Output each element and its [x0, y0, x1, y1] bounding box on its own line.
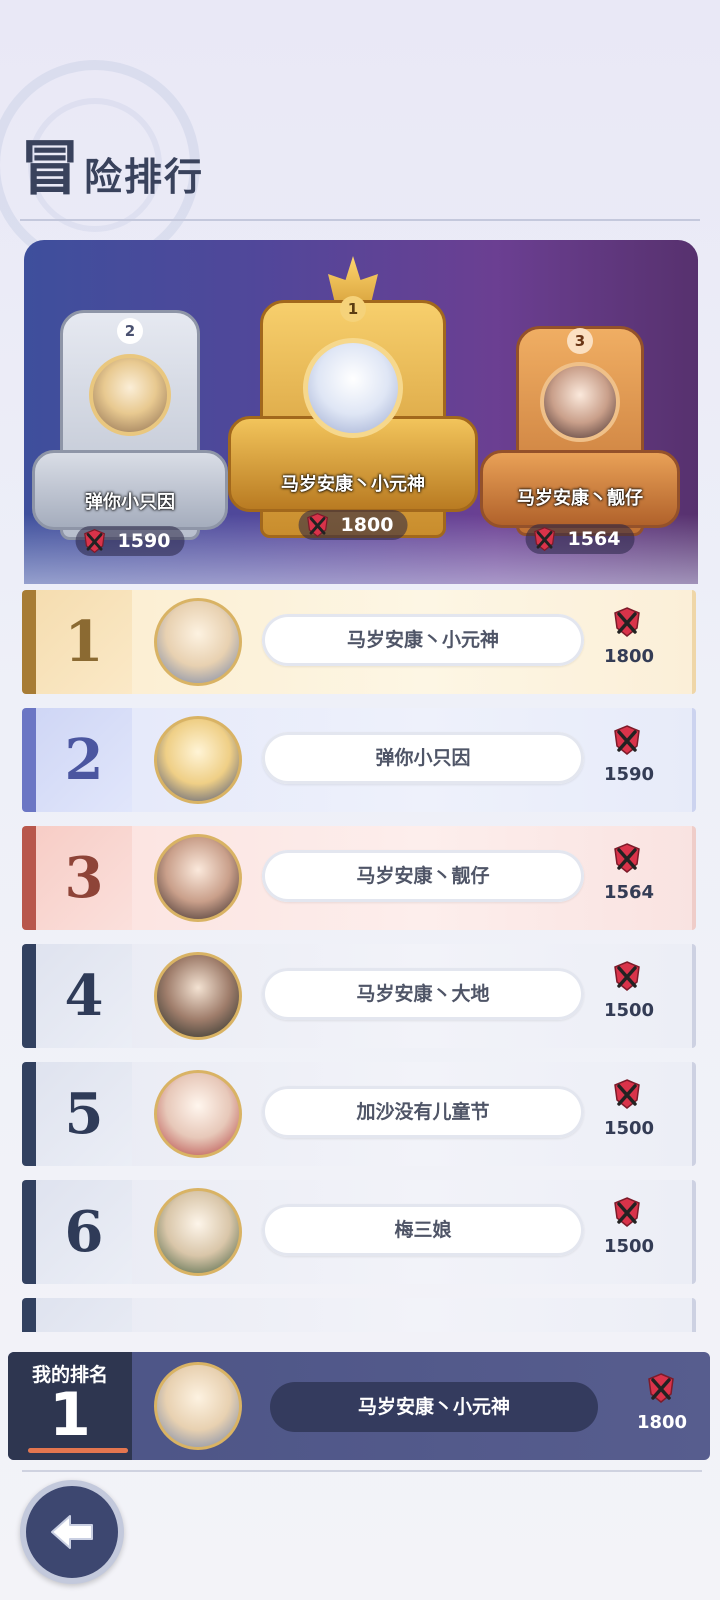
podium-second-score-value: 1590 — [117, 530, 171, 552]
rank-number: 3 — [64, 845, 104, 911]
podium-third-score: 1564 — [525, 524, 635, 554]
player-score: 1564 — [603, 882, 655, 903]
rank-color-bar — [22, 1180, 36, 1284]
crossed-swords-shield-icon — [614, 725, 640, 755]
player-name: 马岁安康丶靓仔 — [262, 850, 584, 902]
podium-third-name: 马岁安康丶靓仔 — [517, 488, 643, 509]
player-avatar — [154, 834, 242, 922]
crossed-swords-shield-icon — [307, 512, 328, 538]
player-name: 弹你小只因 — [262, 732, 584, 784]
player-score: 1500 — [603, 1236, 655, 1257]
page-title-first-char: 冒 — [20, 134, 80, 204]
rank-color-bar — [22, 944, 36, 1048]
rank-color-bar — [22, 590, 36, 694]
podium-first-score-value: 1800 — [340, 514, 394, 536]
rank-color-bar — [22, 1298, 36, 1332]
title-divider — [20, 219, 700, 221]
crossed-swords-shield-icon — [614, 1079, 640, 1109]
crossed-swords-shield-icon — [614, 843, 640, 873]
rank-number: 1 — [64, 609, 104, 675]
rank-number: 4 — [64, 963, 104, 1029]
ranking-list[interactable]: 1 马岁安康丶小元神 1800 2 弹你小只因 1590 3 马岁安康丶靓仔 1… — [22, 590, 696, 1332]
ranking-row-partial[interactable] — [22, 1298, 696, 1332]
my-rank-bar[interactable]: 我的排名 1 马岁安康丶小元神 1800 — [8, 1352, 710, 1460]
player-name: 马岁安康丶小元神 — [262, 614, 584, 666]
podium-second-avatar — [89, 354, 171, 436]
podium-first-score: 1800 — [298, 510, 408, 540]
rank-color-bar — [22, 708, 36, 812]
player-name: 梅三娘 — [262, 1204, 584, 1256]
podium-third-avatar — [540, 362, 620, 442]
my-score: 1800 — [636, 1412, 688, 1433]
ranking-row[interactable]: 2 弹你小只因 1590 — [22, 708, 696, 812]
podium-first-place[interactable]: 1 马岁安康丶小元神 1800 — [228, 256, 478, 584]
rank-number: 6 — [64, 1199, 104, 1265]
podium-rank-tag: 1 — [340, 296, 366, 322]
player-score: 1500 — [603, 1000, 655, 1021]
crossed-swords-shield-icon — [614, 607, 640, 637]
ranking-row[interactable]: 4 马岁安康丶大地 1500 — [22, 944, 696, 1048]
arrow-left-icon — [51, 1515, 93, 1549]
ranking-row[interactable]: 3 马岁安康丶靓仔 1564 — [22, 826, 696, 930]
player-score: 1590 — [603, 764, 655, 785]
player-avatar — [154, 598, 242, 686]
crossed-swords-shield-icon — [614, 1197, 640, 1227]
podium-second-place[interactable]: 2 弹你小只因 1590 — [32, 300, 228, 584]
podium-rank-tag: 2 — [117, 318, 143, 344]
rank-number: 2 — [64, 727, 104, 793]
crossed-swords-shield-icon — [534, 526, 555, 552]
podium-first-name: 马岁安康丶小元神 — [281, 474, 425, 495]
crossed-swords-shield-icon — [648, 1373, 674, 1403]
my-rank-progress — [28, 1448, 128, 1453]
rank-number: 5 — [64, 1081, 104, 1147]
podium-third-score-value: 1564 — [567, 528, 621, 550]
player-avatar — [154, 1188, 242, 1276]
player-score: 1800 — [603, 646, 655, 667]
top-three-podium: 2 弹你小只因 1590 1 马岁安康丶小元神 1800 3 马岁安康丶靓仔 1… — [24, 240, 698, 584]
back-button[interactable] — [20, 1480, 124, 1584]
player-name: 马岁安康丶大地 — [262, 968, 584, 1020]
podium-second-name: 弹你小只因 — [85, 492, 175, 513]
page-title-rest: 险排行 — [84, 154, 205, 199]
player-name: 加沙没有儿童节 — [262, 1086, 584, 1138]
player-avatar — [154, 952, 242, 1040]
podium-third-place[interactable]: 3 马岁安康丶靓仔 1564 — [480, 320, 680, 584]
my-avatar — [154, 1362, 242, 1450]
player-avatar — [154, 1070, 242, 1158]
ranking-row[interactable]: 1 马岁安康丶小元神 1800 — [22, 590, 696, 694]
page-title: 冒 险排行 — [20, 136, 204, 202]
crossed-swords-shield-icon — [614, 961, 640, 991]
my-name: 马岁安康丶小元神 — [270, 1382, 598, 1432]
ranking-row[interactable]: 6 梅三娘 1500 — [22, 1180, 696, 1284]
rank-color-bar — [22, 1062, 36, 1166]
my-rank-number: 1 — [49, 1380, 91, 1450]
bottom-divider — [22, 1470, 702, 1472]
podium-first-avatar — [303, 338, 403, 438]
my-rank-progress-fill — [28, 1448, 128, 1453]
ranking-row[interactable]: 5 加沙没有儿童节 1500 — [22, 1062, 696, 1166]
player-avatar — [154, 716, 242, 804]
podium-second-score: 1590 — [75, 526, 185, 556]
rank-color-bar — [22, 826, 36, 930]
crossed-swords-shield-icon — [84, 528, 105, 554]
rank-box — [36, 1298, 132, 1332]
player-score: 1500 — [603, 1118, 655, 1139]
podium-rank-tag: 3 — [567, 328, 593, 354]
